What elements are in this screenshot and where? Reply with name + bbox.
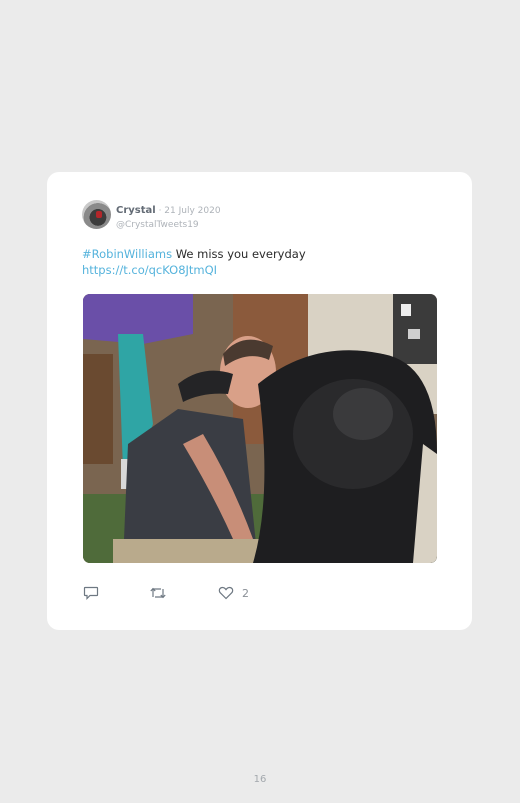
- heart-icon: [218, 586, 234, 600]
- retweet-button[interactable]: [149, 584, 167, 602]
- media-image: [83, 294, 437, 563]
- like-count: 2: [242, 586, 249, 600]
- reply-icon: [83, 586, 99, 600]
- hashtag-link[interactable]: #RobinWilliams: [82, 247, 172, 261]
- page-number: 16: [253, 774, 267, 785]
- tweet-card: Crystal · 21 July 2020 @CrystalTweets19 …: [47, 172, 472, 630]
- tweet-actions: 2: [83, 584, 443, 602]
- reply-button[interactable]: [83, 584, 99, 602]
- tweet-text: #RobinWilliams We miss you everyday http…: [82, 246, 442, 278]
- meta-separator: ·: [155, 206, 165, 216]
- tweet-header: Crystal · 21 July 2020 @CrystalTweets19: [116, 201, 221, 232]
- author-name[interactable]: Crystal: [116, 205, 156, 216]
- avatar-figure: [96, 211, 102, 218]
- retweet-icon: [150, 587, 166, 599]
- tweet-url[interactable]: https://t.co/qcKO8JtmQI: [82, 262, 442, 278]
- author-handle[interactable]: @CrystalTweets19: [116, 218, 221, 232]
- tweet-message: We miss you everyday: [172, 247, 306, 261]
- tweet-date[interactable]: 21 July 2020: [164, 206, 220, 216]
- like-button[interactable]: 2: [218, 584, 249, 602]
- tweet-media[interactable]: [83, 294, 437, 563]
- avatar[interactable]: [82, 200, 111, 229]
